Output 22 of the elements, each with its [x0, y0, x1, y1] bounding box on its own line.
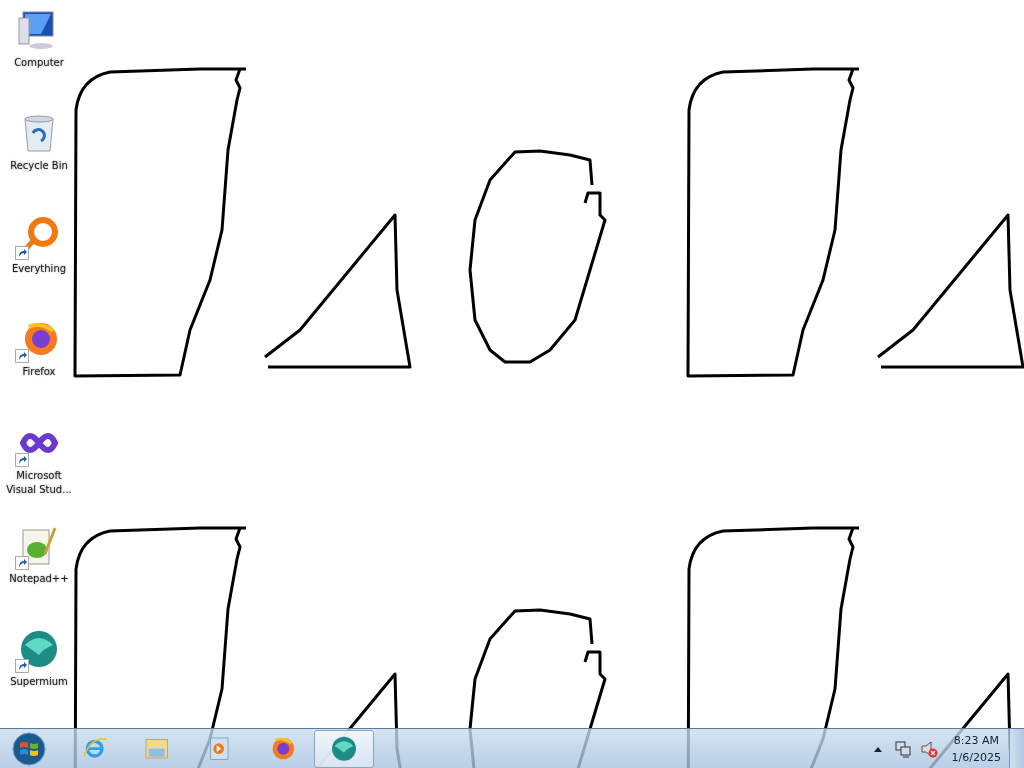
clock[interactable]: 8:23 AM 1/6/2025: [945, 731, 1009, 766]
clock-date: 1/6/2025: [951, 749, 1001, 766]
show-hidden-icons-icon[interactable]: [873, 745, 882, 752]
icon-label: Notepad++: [8, 571, 70, 586]
icon-label: Firefox: [21, 365, 57, 380]
desktop-shortcut[interactable]: Recycle Bin: [0, 109, 78, 213]
desktop-shortcut[interactable]: Microsoft Visual Stud...: [0, 418, 78, 522]
desktop-shortcut[interactable]: Firefox: [0, 315, 78, 419]
show-desktop-button[interactable]: [1009, 729, 1024, 768]
taskbar-button[interactable]: [314, 729, 374, 768]
desktop-shortcut[interactable]: Everything: [0, 212, 78, 316]
icon-label: Supermium: [9, 674, 69, 689]
clock-time: 8:23 AM: [953, 732, 999, 749]
icon-label: Microsoft Visual Stud...: [5, 468, 73, 497]
icon-label: Everything: [10, 262, 68, 277]
volume-icon[interactable]: [919, 739, 938, 758]
desktop-shortcut[interactable]: Supermium: [0, 624, 78, 728]
network-icon[interactable]: [893, 739, 912, 758]
icon-label: Computer: [13, 56, 65, 70]
desktop-shortcut[interactable]: Notepad++: [0, 521, 78, 625]
desktop-shortcut[interactable]: Computer: [0, 6, 78, 110]
icon-label: Recycle Bin: [9, 159, 69, 174]
